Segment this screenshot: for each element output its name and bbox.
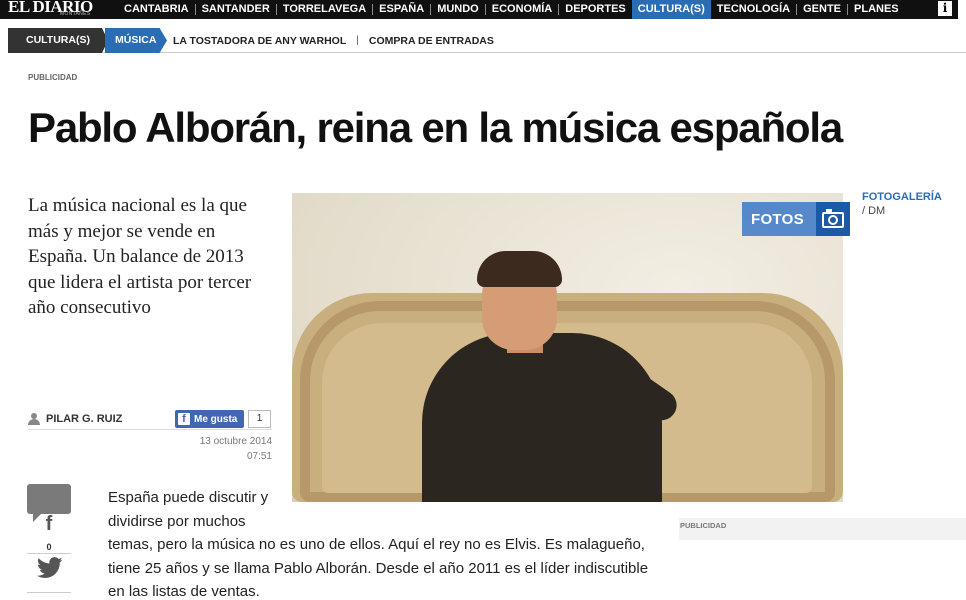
nav-item-mundo[interactable]: MUNDO [431, 0, 485, 19]
facebook-like-button[interactable]: f Me gusta [175, 410, 244, 428]
nav-item-cantabria[interactable]: CANTABRIA [118, 0, 195, 19]
twitter-icon[interactable] [37, 556, 63, 580]
nav-item-santander[interactable]: SANTANDER [196, 0, 276, 19]
nav-item-gente[interactable]: GENTE [797, 0, 847, 19]
nav-item-torrelavega[interactable]: TORRELAVEGA [277, 0, 372, 19]
main-nav: CANTABRIA SANTANDER TORRELAVEGA ESPAÑA M… [118, 0, 905, 19]
article-photo[interactable] [292, 193, 843, 502]
info-icon[interactable]: i [938, 1, 952, 16]
article-date: 13 octubre 2014 07:51 [150, 434, 272, 464]
nav-item-culturas[interactable]: CULTURA(S) [631, 0, 711, 19]
article-headline: Pablo Alborán, reina en la música españo… [28, 104, 843, 151]
nav-item-tecnologia[interactable]: TECNOLOGÍA [711, 0, 796, 19]
facebook-share-count: 0 [46, 542, 52, 552]
advertising-label-right: PUBLICIDAD [680, 521, 727, 530]
article-date-time: 07:51 [246, 451, 272, 462]
facebook-like-label: Me gusta [194, 413, 238, 425]
nav-item-espana[interactable]: ESPAÑA [373, 0, 430, 19]
section-breadcrumb-bar: CULTURA(S) MÚSICA LA TOSTADORA DE ANY WA… [8, 28, 966, 53]
menu-edge-icon[interactable] [958, 0, 966, 19]
article-date-day: 13 octubre 2014 [199, 436, 272, 447]
subnav-separator: | [356, 35, 359, 46]
divider [28, 429, 272, 430]
article-body-intro: España puede discutir y dividirse por mu… [108, 489, 269, 530]
breadcrumb-section[interactable]: CULTURA(S) [8, 28, 108, 53]
photos-label: FOTOS [751, 210, 804, 228]
user-icon [28, 413, 40, 425]
advertising-label: PUBLICIDAD [28, 73, 78, 82]
photo-gallery-link[interactable]: FOTOGALERÍA [862, 191, 942, 203]
nav-item-deportes[interactable]: DEPORTES [559, 0, 632, 19]
article-body: España puede discutir y dividirse por mu… [108, 486, 668, 600]
article-summary: La música nacional es la que más y mejor… [28, 195, 252, 318]
comment-icon[interactable] [27, 484, 71, 514]
article-author: PILAR G. RUIZ [28, 413, 122, 425]
nav-item-economia[interactable]: ECONOMÍA [486, 0, 559, 19]
divider [27, 553, 71, 554]
divider [27, 592, 71, 593]
facebook-share-icon[interactable]: f [40, 512, 58, 536]
top-navigation-bar: EL DIARIO MONTAÑÉS CANTABRIA SANTANDER T… [0, 0, 966, 19]
facebook-icon: f [178, 413, 190, 425]
author-name[interactable]: PILAR G. RUIZ [46, 413, 122, 425]
photo-credit: / DM [862, 205, 886, 217]
camera-icon [816, 202, 850, 236]
facebook-like-count: 1 [248, 410, 271, 428]
nav-item-planes[interactable]: PLANES [848, 0, 905, 19]
site-logo-subtitle: MONTAÑÉS [60, 11, 91, 17]
photos-gallery-button[interactable]: FOTOS [742, 202, 850, 236]
subnav-links: LA TOSTADORA DE ANY WARHOL | COMPRA DE E… [173, 28, 494, 53]
subnav-link-tostadora[interactable]: LA TOSTADORA DE ANY WARHOL [173, 35, 346, 47]
subnav-link-entradas[interactable]: COMPRA DE ENTRADAS [369, 35, 494, 47]
breadcrumb-subsection[interactable]: MÚSICA [105, 28, 167, 53]
article-body-continued: temas, pero la música no es uno de ellos… [108, 536, 649, 600]
